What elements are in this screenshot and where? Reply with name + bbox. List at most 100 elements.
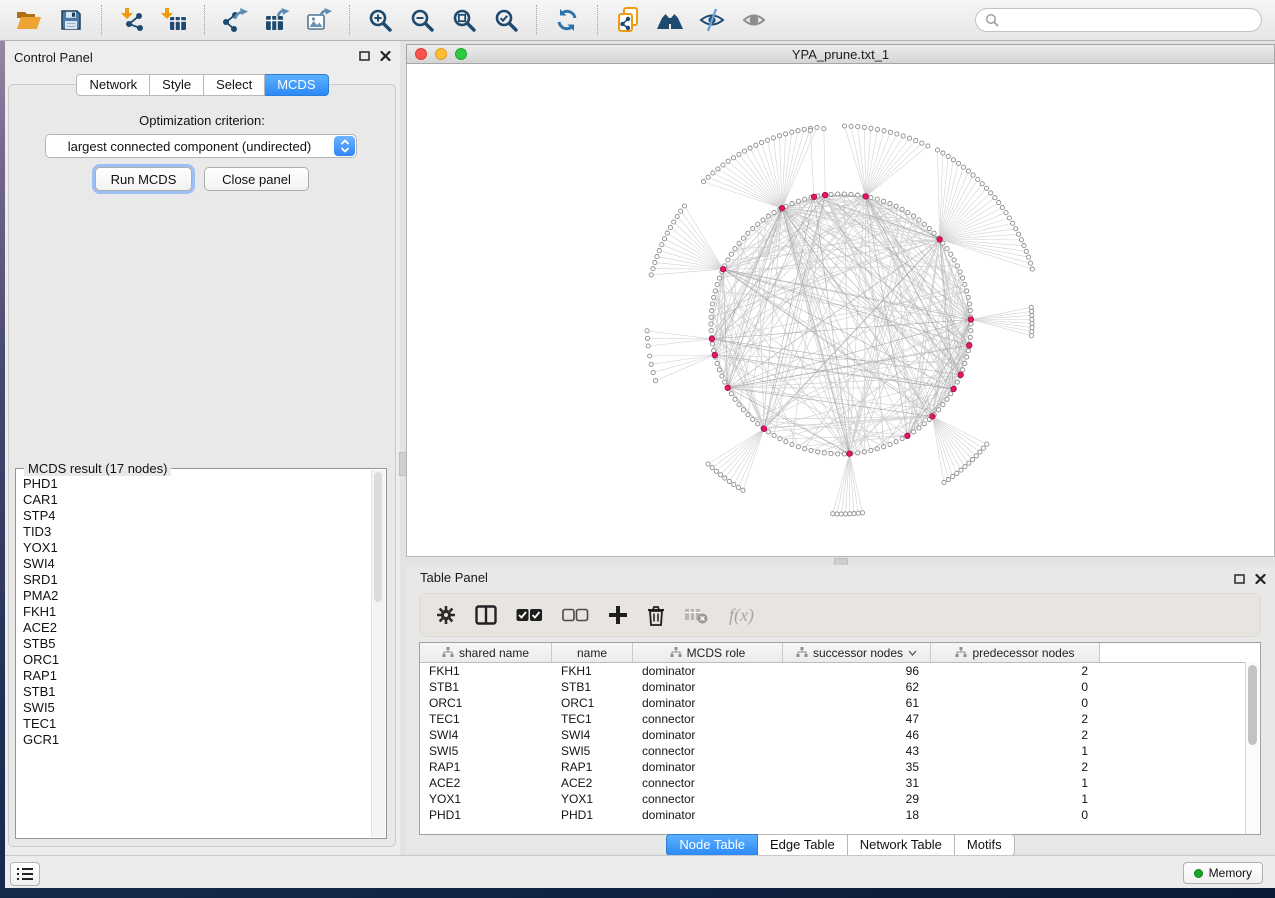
- import-network-icon[interactable]: [116, 4, 148, 36]
- column-header-mcds-role[interactable]: MCDS role: [633, 643, 783, 662]
- zoom-selected-icon[interactable]: [490, 4, 522, 36]
- control-panel: Control Panel NetworkStyleSelectMCDS Opt…: [5, 41, 400, 855]
- network-graph[interactable]: [407, 64, 1274, 555]
- save-session-icon[interactable]: [55, 4, 87, 36]
- search-network-icon[interactable]: [654, 4, 686, 36]
- tab-mcds[interactable]: MCDS: [265, 74, 328, 96]
- cell-shared-name: PHD1: [420, 808, 552, 822]
- toolbar-buttons: [8, 4, 775, 36]
- cell-successor-nodes: 29: [783, 792, 931, 806]
- column-header-name[interactable]: name: [552, 643, 633, 662]
- tab-select[interactable]: Select: [204, 74, 265, 96]
- apply-preferred-layout-icon[interactable]: [551, 4, 583, 36]
- mcds-result-item[interactable]: ORC1: [23, 652, 386, 668]
- table-row-orc1[interactable]: ORC1ORC1dominator610: [420, 695, 1260, 711]
- window-minimize-light[interactable]: [435, 48, 447, 60]
- window-close-light[interactable]: [415, 48, 427, 60]
- mcds-result-item[interactable]: SWI5: [23, 700, 386, 716]
- zoom-in-icon[interactable]: [364, 4, 396, 36]
- mcds-result-item[interactable]: TID3: [23, 524, 386, 540]
- network-window-titlebar[interactable]: YPA_prune.txt_1: [406, 44, 1275, 64]
- mcds-result-item[interactable]: PMA2: [23, 588, 386, 604]
- column-header-successor-nodes[interactable]: successor nodes: [783, 643, 931, 662]
- mcds-result-item[interactable]: STB1: [23, 684, 386, 700]
- add-row-icon[interactable]: [608, 605, 628, 625]
- table-row-ace2[interactable]: ACE2ACE2connector311: [420, 775, 1260, 791]
- cell-mcds-role: dominator: [633, 696, 783, 710]
- mcds-result-item[interactable]: PHD1: [23, 476, 386, 492]
- close-table-panel-icon[interactable]: [1255, 571, 1266, 589]
- table-row-swi5[interactable]: SWI5SWI5connector431: [420, 743, 1260, 759]
- zoom-fit-icon[interactable]: [448, 4, 480, 36]
- table-settings-icon[interactable]: [436, 605, 456, 625]
- tab-node-table[interactable]: Node Table: [666, 834, 758, 856]
- hierarchy-icon: [796, 647, 808, 658]
- network-canvas[interactable]: [406, 64, 1275, 557]
- show-columns-icon[interactable]: [475, 605, 497, 625]
- table-scrollbar-thumb[interactable]: [1248, 665, 1257, 745]
- hide-selected-icon[interactable]: [696, 4, 728, 36]
- open-session-icon[interactable]: [13, 4, 45, 36]
- cell-shared-name: FKH1: [420, 664, 552, 678]
- select-all-icon[interactable]: [516, 608, 543, 622]
- table-scrollbar[interactable]: [1245, 662, 1260, 834]
- mcds-result-item[interactable]: GCR1: [23, 732, 386, 748]
- tab-style[interactable]: Style: [150, 74, 204, 96]
- tab-network[interactable]: Network: [76, 74, 150, 96]
- close-panel-button[interactable]: Close panel: [204, 167, 309, 191]
- network-view-window: YPA_prune.txt_1: [406, 44, 1275, 557]
- cell-successor-nodes: 47: [783, 712, 931, 726]
- cell-mcds-role: connector: [633, 792, 783, 806]
- tab-motifs[interactable]: Motifs: [955, 834, 1015, 856]
- network-window-title: YPA_prune.txt_1: [792, 47, 889, 62]
- cell-name: ACE2: [552, 776, 633, 790]
- close-panel-icon[interactable]: [380, 51, 391, 61]
- run-mcds-button[interactable]: Run MCDS: [95, 167, 192, 191]
- tab-network-table[interactable]: Network Table: [848, 834, 955, 856]
- deselect-all-icon[interactable]: [562, 608, 589, 622]
- mcds-result-item[interactable]: STP4: [23, 508, 386, 524]
- mcds-result-item[interactable]: FKH1: [23, 604, 386, 620]
- mcds-result-item[interactable]: CAR1: [23, 492, 386, 508]
- delete-rows-icon[interactable]: [647, 605, 665, 626]
- show-hidden-icon[interactable]: [738, 4, 770, 36]
- window-maximize-light[interactable]: [455, 48, 467, 60]
- search-input[interactable]: [1004, 12, 1251, 29]
- memory-button[interactable]: Memory: [1183, 862, 1263, 884]
- table-row-rap1[interactable]: RAP1RAP1dominator352: [420, 759, 1260, 775]
- cell-shared-name: STB1: [420, 680, 552, 694]
- column-header-shared-name[interactable]: shared name: [420, 643, 552, 662]
- table-row-fkh1[interactable]: FKH1FKH1dominator962: [420, 663, 1260, 679]
- table-row-swi4[interactable]: SWI4SWI4dominator462: [420, 727, 1260, 743]
- table-row-stb1[interactable]: STB1STB1dominator620: [420, 679, 1260, 695]
- table-row-tec1[interactable]: TEC1TEC1connector472: [420, 711, 1260, 727]
- export-table-icon[interactable]: [261, 4, 293, 36]
- mcds-result-item[interactable]: ACE2: [23, 620, 386, 636]
- sort-indicator-icon: [908, 650, 917, 656]
- float-table-panel-icon[interactable]: [1234, 571, 1245, 589]
- zoom-out-icon[interactable]: [406, 4, 438, 36]
- float-window-icon[interactable]: [359, 51, 370, 61]
- list-icon: [16, 867, 34, 881]
- mcds-result-item[interactable]: TEC1: [23, 716, 386, 732]
- mcds-result-item[interactable]: SWI4: [23, 556, 386, 572]
- mcds-result-item[interactable]: YOX1: [23, 540, 386, 556]
- mcds-result-item[interactable]: STB5: [23, 636, 386, 652]
- import-table-icon[interactable]: [158, 4, 190, 36]
- column-header-predecessor-nodes[interactable]: predecessor nodes: [931, 643, 1100, 662]
- export-image-icon[interactable]: [303, 4, 335, 36]
- table-row-phd1[interactable]: PHD1PHD1dominator180: [420, 807, 1260, 823]
- task-history-button[interactable]: [10, 862, 40, 886]
- mcds-result-item[interactable]: RAP1: [23, 668, 386, 684]
- hierarchy-icon: [955, 647, 967, 658]
- export-network-icon[interactable]: [219, 4, 251, 36]
- mcds-result-title: MCDS result (17 nodes): [24, 461, 171, 476]
- mcds-result-scrollbar[interactable]: [371, 470, 385, 837]
- dropdown-stepper-icon: [334, 136, 355, 156]
- clone-network-icon[interactable]: [612, 4, 644, 36]
- table-row-yox1[interactable]: YOX1YOX1connector291: [420, 791, 1260, 807]
- tab-edge-table[interactable]: Edge Table: [758, 834, 848, 856]
- optimization-criterion-select[interactable]: largest connected component (undirected): [45, 134, 357, 158]
- mcds-result-item[interactable]: SRD1: [23, 572, 386, 588]
- search-box[interactable]: [975, 8, 1262, 32]
